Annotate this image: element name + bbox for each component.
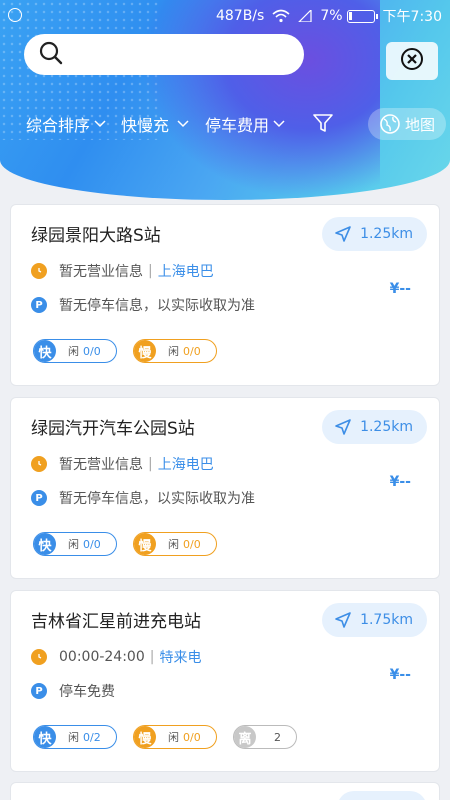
slow-charger-status: 慢 闲 0/0 (133, 339, 217, 363)
clock-icon (31, 649, 47, 665)
navigation-icon (335, 226, 351, 242)
navigation-icon (335, 419, 351, 435)
station-name: 绿园汽开汽车公园S站 (31, 419, 195, 439)
chevron-down-icon (94, 117, 106, 131)
speed-filter-label: 快慢充 (121, 116, 170, 135)
distance-badge[interactable]: 1.25km (322, 410, 427, 444)
speed-filter[interactable]: 快慢充 (121, 108, 189, 140)
sort-filter-label: 综合排序 (26, 116, 91, 135)
hours-row: 暂无营业信息 | 上海电巴 (31, 261, 214, 281)
filter-bar: 综合排序 快慢充 停车费用 地图 (0, 108, 450, 140)
station-card[interactable]: 吉林省汇星前进充电站 1.75km 00:00-24:00 | 特来电 P 停车… (10, 590, 440, 772)
fast-tag: 快 (34, 726, 56, 748)
distance-value: 1.25km (360, 226, 413, 242)
idle-label: 闲 (168, 345, 179, 358)
fast-count: 0/0 (83, 344, 101, 358)
business-hours: 暂无营业信息 (59, 264, 143, 280)
slow-tag: 慢 (134, 726, 156, 748)
distance-badge[interactable] (337, 791, 427, 800)
parking-info: 暂无停车信息，以实际收取为准 (59, 298, 255, 314)
parking-icon: P (31, 683, 47, 699)
distance-value: 1.25km (360, 419, 413, 435)
slow-count: 0/0 (183, 344, 201, 358)
parking-row: P 停车免费 (31, 681, 115, 701)
battery-icon (346, 9, 378, 23)
fast-charger-status: 快 闲 0/0 (33, 532, 117, 556)
chevron-down-icon (177, 117, 189, 131)
business-hours: 00:00-24:00 (59, 649, 145, 665)
price: ¥-- (389, 281, 411, 297)
slow-charger-status: 慢 闲 0/0 (133, 532, 217, 556)
clock-icon (31, 263, 47, 279)
clock-icon (31, 456, 47, 472)
distance-value: 1.75km (360, 612, 413, 628)
search-input[interactable] (24, 34, 304, 75)
parking-row: P 暂无停车信息，以实际收取为准 (31, 488, 255, 508)
fast-count: 0/2 (83, 730, 101, 744)
parking-icon: P (31, 490, 47, 506)
station-name: 绿园景阳大路S站 (31, 226, 161, 246)
slow-charger-status: 慢 闲 0/0 (133, 725, 217, 749)
offline-charger-status: 离 2 (233, 725, 297, 749)
operator-name: 上海电巴 (157, 264, 214, 280)
separator: | (149, 649, 155, 665)
separator: | (148, 263, 153, 279)
distance-badge[interactable]: 1.75km (322, 603, 427, 637)
station-card[interactable]: 绿园景阳大路S站 1.25km 暂无营业信息 | 上海电巴 P 暂无停车信息，以… (10, 204, 440, 386)
idle-label: 闲 (68, 345, 79, 358)
parking-fee-filter[interactable]: 停车费用 (205, 108, 285, 140)
slow-tag: 慢 (134, 340, 156, 362)
wifi-icon (272, 9, 290, 23)
status-bar: 487B/s 7% 下午7:30 (0, 0, 450, 32)
clock: 下午7:30 (382, 9, 442, 25)
globe-icon (380, 114, 400, 134)
fast-count: 0/0 (83, 537, 101, 551)
idle-label: 闲 (68, 538, 79, 551)
signal-icon (298, 10, 312, 22)
station-name: 吉林省汇星前进充电站 (31, 612, 201, 632)
sort-filter[interactable]: 综合排序 (26, 108, 106, 140)
slow-count: 0/0 (183, 730, 201, 744)
price: ¥-- (389, 667, 411, 683)
distance-badge[interactable]: 1.25km (322, 217, 427, 251)
filter-icon[interactable] (312, 112, 334, 138)
slow-count: 0/0 (183, 537, 201, 551)
parking-info: 停车免费 (59, 684, 115, 700)
network-speed: 487B/s (215, 8, 265, 24)
business-hours: 暂无营业信息 (59, 457, 143, 473)
navigation-icon (335, 612, 351, 628)
close-icon (400, 47, 424, 75)
chevron-down-icon (273, 117, 285, 131)
battery-percent: 7% (320, 8, 343, 24)
search-icon (38, 40, 64, 70)
offline-tag: 离 (234, 726, 256, 748)
hours-row: 暂无营业信息 | 上海电巴 (31, 454, 214, 474)
operator-name: 特来电 (159, 650, 202, 666)
idle-label: 闲 (168, 538, 179, 551)
separator: | (148, 456, 153, 472)
price: ¥-- (389, 474, 411, 490)
notification-icon (8, 8, 22, 22)
station-card[interactable] (10, 782, 440, 800)
idle-label: 闲 (68, 731, 79, 744)
map-button[interactable]: 地图 (368, 108, 446, 140)
parking-row: P 暂无停车信息，以实际收取为准 (31, 295, 255, 315)
slow-tag: 慢 (134, 533, 156, 555)
fast-charger-status: 快 闲 0/0 (33, 339, 117, 363)
offline-count: 2 (274, 730, 281, 744)
parking-fee-filter-label: 停车费用 (205, 116, 270, 135)
hours-row: 00:00-24:00 | 特来电 (31, 647, 201, 667)
fast-tag: 快 (34, 533, 56, 555)
station-card[interactable]: 绿园汽开汽车公园S站 1.25km 暂无营业信息 | 上海电巴 P 暂无停车信息… (10, 397, 440, 579)
map-button-label: 地图 (404, 115, 435, 134)
operator-name: 上海电巴 (157, 457, 214, 473)
fast-charger-status: 快 闲 0/2 (33, 725, 117, 749)
parking-info: 暂无停车信息，以实际收取为准 (59, 491, 255, 507)
idle-label: 闲 (168, 731, 179, 744)
close-button[interactable] (386, 42, 438, 80)
fast-tag: 快 (34, 340, 56, 362)
parking-icon: P (31, 297, 47, 313)
